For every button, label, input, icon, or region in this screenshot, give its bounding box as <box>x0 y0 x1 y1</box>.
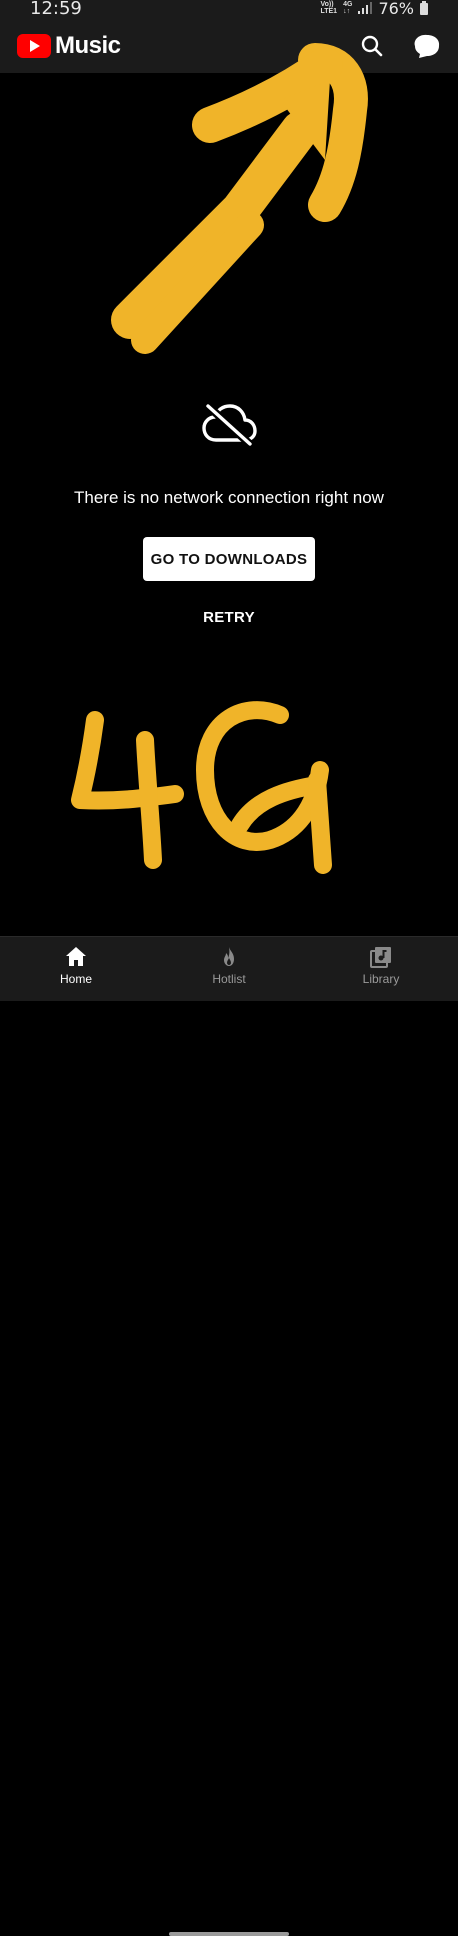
volte-label: Vo)) <box>320 1 334 8</box>
arrow-annotation <box>111 43 368 354</box>
battery-icon <box>420 1 428 15</box>
youtube-music-logo: Music <box>17 32 121 60</box>
library-music-icon <box>370 947 391 968</box>
nav-label-library: Library <box>362 972 400 986</box>
volte-indicator: Vo)) LTE1 <box>320 1 337 15</box>
account-avatar-icon <box>414 34 440 58</box>
status-bar: 12:59 Vo)) LTE1 4G ↓↑ 76% <box>0 0 458 20</box>
retry-button[interactable]: RETRY <box>179 602 279 632</box>
status-indicators: Vo)) LTE1 4G ↓↑ 76% <box>320 0 428 18</box>
youtube-play-icon <box>17 34 51 58</box>
flame-icon <box>224 947 234 966</box>
status-time: 12:59 <box>30 0 82 19</box>
network-type-indicator: 4G ↓↑ <box>343 1 352 15</box>
offline-message: There is no network connection right now <box>74 488 384 507</box>
account-button[interactable] <box>409 30 443 62</box>
nav-item-hotlist[interactable]: Hotlist <box>179 937 279 993</box>
handwritten-4g-annotation <box>71 701 332 874</box>
battery-percent: 76% <box>378 0 414 18</box>
data-arrows-icon: ↓↑ <box>343 8 351 15</box>
gesture-bar[interactable] <box>169 1932 289 1936</box>
bottom-navigation: Home Hotlist Library <box>0 936 458 1936</box>
nav-item-library[interactable]: Library <box>331 937 431 993</box>
lte-label: LTE1 <box>320 8 338 15</box>
nav-label-hotlist: Hotlist <box>212 972 246 986</box>
go-to-downloads-button[interactable]: GO TO DOWNLOADS <box>143 537 315 581</box>
network-type-label: 4G <box>343 1 353 8</box>
nav-label-home: Home <box>59 972 92 986</box>
signal-icon <box>358 2 373 14</box>
cloud-off-icon <box>202 403 257 448</box>
nav-item-home[interactable]: Home <box>26 937 126 993</box>
home-icon <box>66 947 86 966</box>
